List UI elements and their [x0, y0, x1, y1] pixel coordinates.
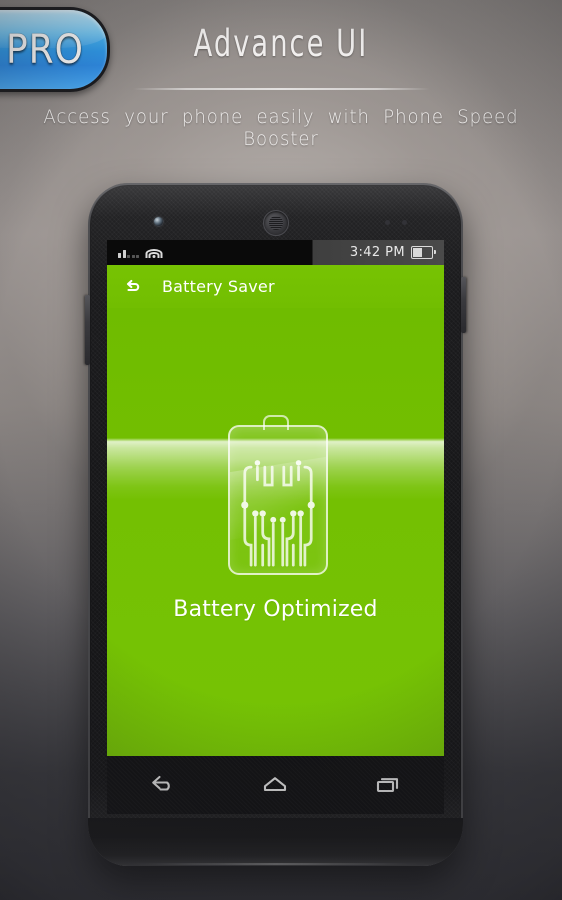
action-bar: Battery Saver [107, 265, 444, 308]
screen-content: Battery Optimized [107, 308, 444, 756]
pro-badge: PRO [0, 7, 110, 92]
status-bar-clock: 3:42 PM [349, 245, 405, 260]
battery-body [227, 425, 328, 575]
circuit-traces [240, 460, 315, 567]
status-bar: 3:42 PM [107, 240, 444, 265]
promo-screenshot: Advance UI Access your phone easily with… [0, 0, 562, 900]
nav-recents-icon[interactable] [365, 768, 411, 802]
nav-back-icon[interactable] [140, 768, 186, 802]
proximity-sensor-icon [385, 220, 415, 225]
pro-badge-label: PRO [5, 26, 85, 73]
phone-screen: 3:42 PM Battery Saver Battery Optimized [107, 240, 444, 756]
battery-circuit-icon [227, 415, 328, 575]
volume-button[interactable] [85, 295, 90, 365]
chin-highlight [125, 863, 426, 865]
nav-home-icon[interactable] [252, 768, 298, 802]
earpiece-speaker-icon [262, 210, 289, 236]
signal-bars-icon [118, 247, 139, 258]
page-subtitle: Access your phone easily with Phone Spee… [43, 106, 519, 150]
action-bar-title: Battery Saver [162, 277, 275, 296]
phone-chin [88, 818, 463, 866]
wifi-icon [145, 247, 162, 258]
front-camera-icon [154, 217, 163, 226]
power-button[interactable] [461, 277, 466, 333]
status-bar-left [107, 247, 162, 258]
status-text: Battery Optimized [173, 597, 378, 622]
title-divider [133, 88, 430, 90]
status-bar-right: 3:42 PM [350, 245, 444, 260]
page-title: Advance UI [193, 22, 369, 65]
phone-device: 3:42 PM Battery Saver Battery Optimized [85, 183, 466, 866]
back-arrow-icon[interactable] [124, 278, 141, 295]
battery-icon [411, 246, 436, 259]
android-nav-bar [107, 756, 444, 814]
